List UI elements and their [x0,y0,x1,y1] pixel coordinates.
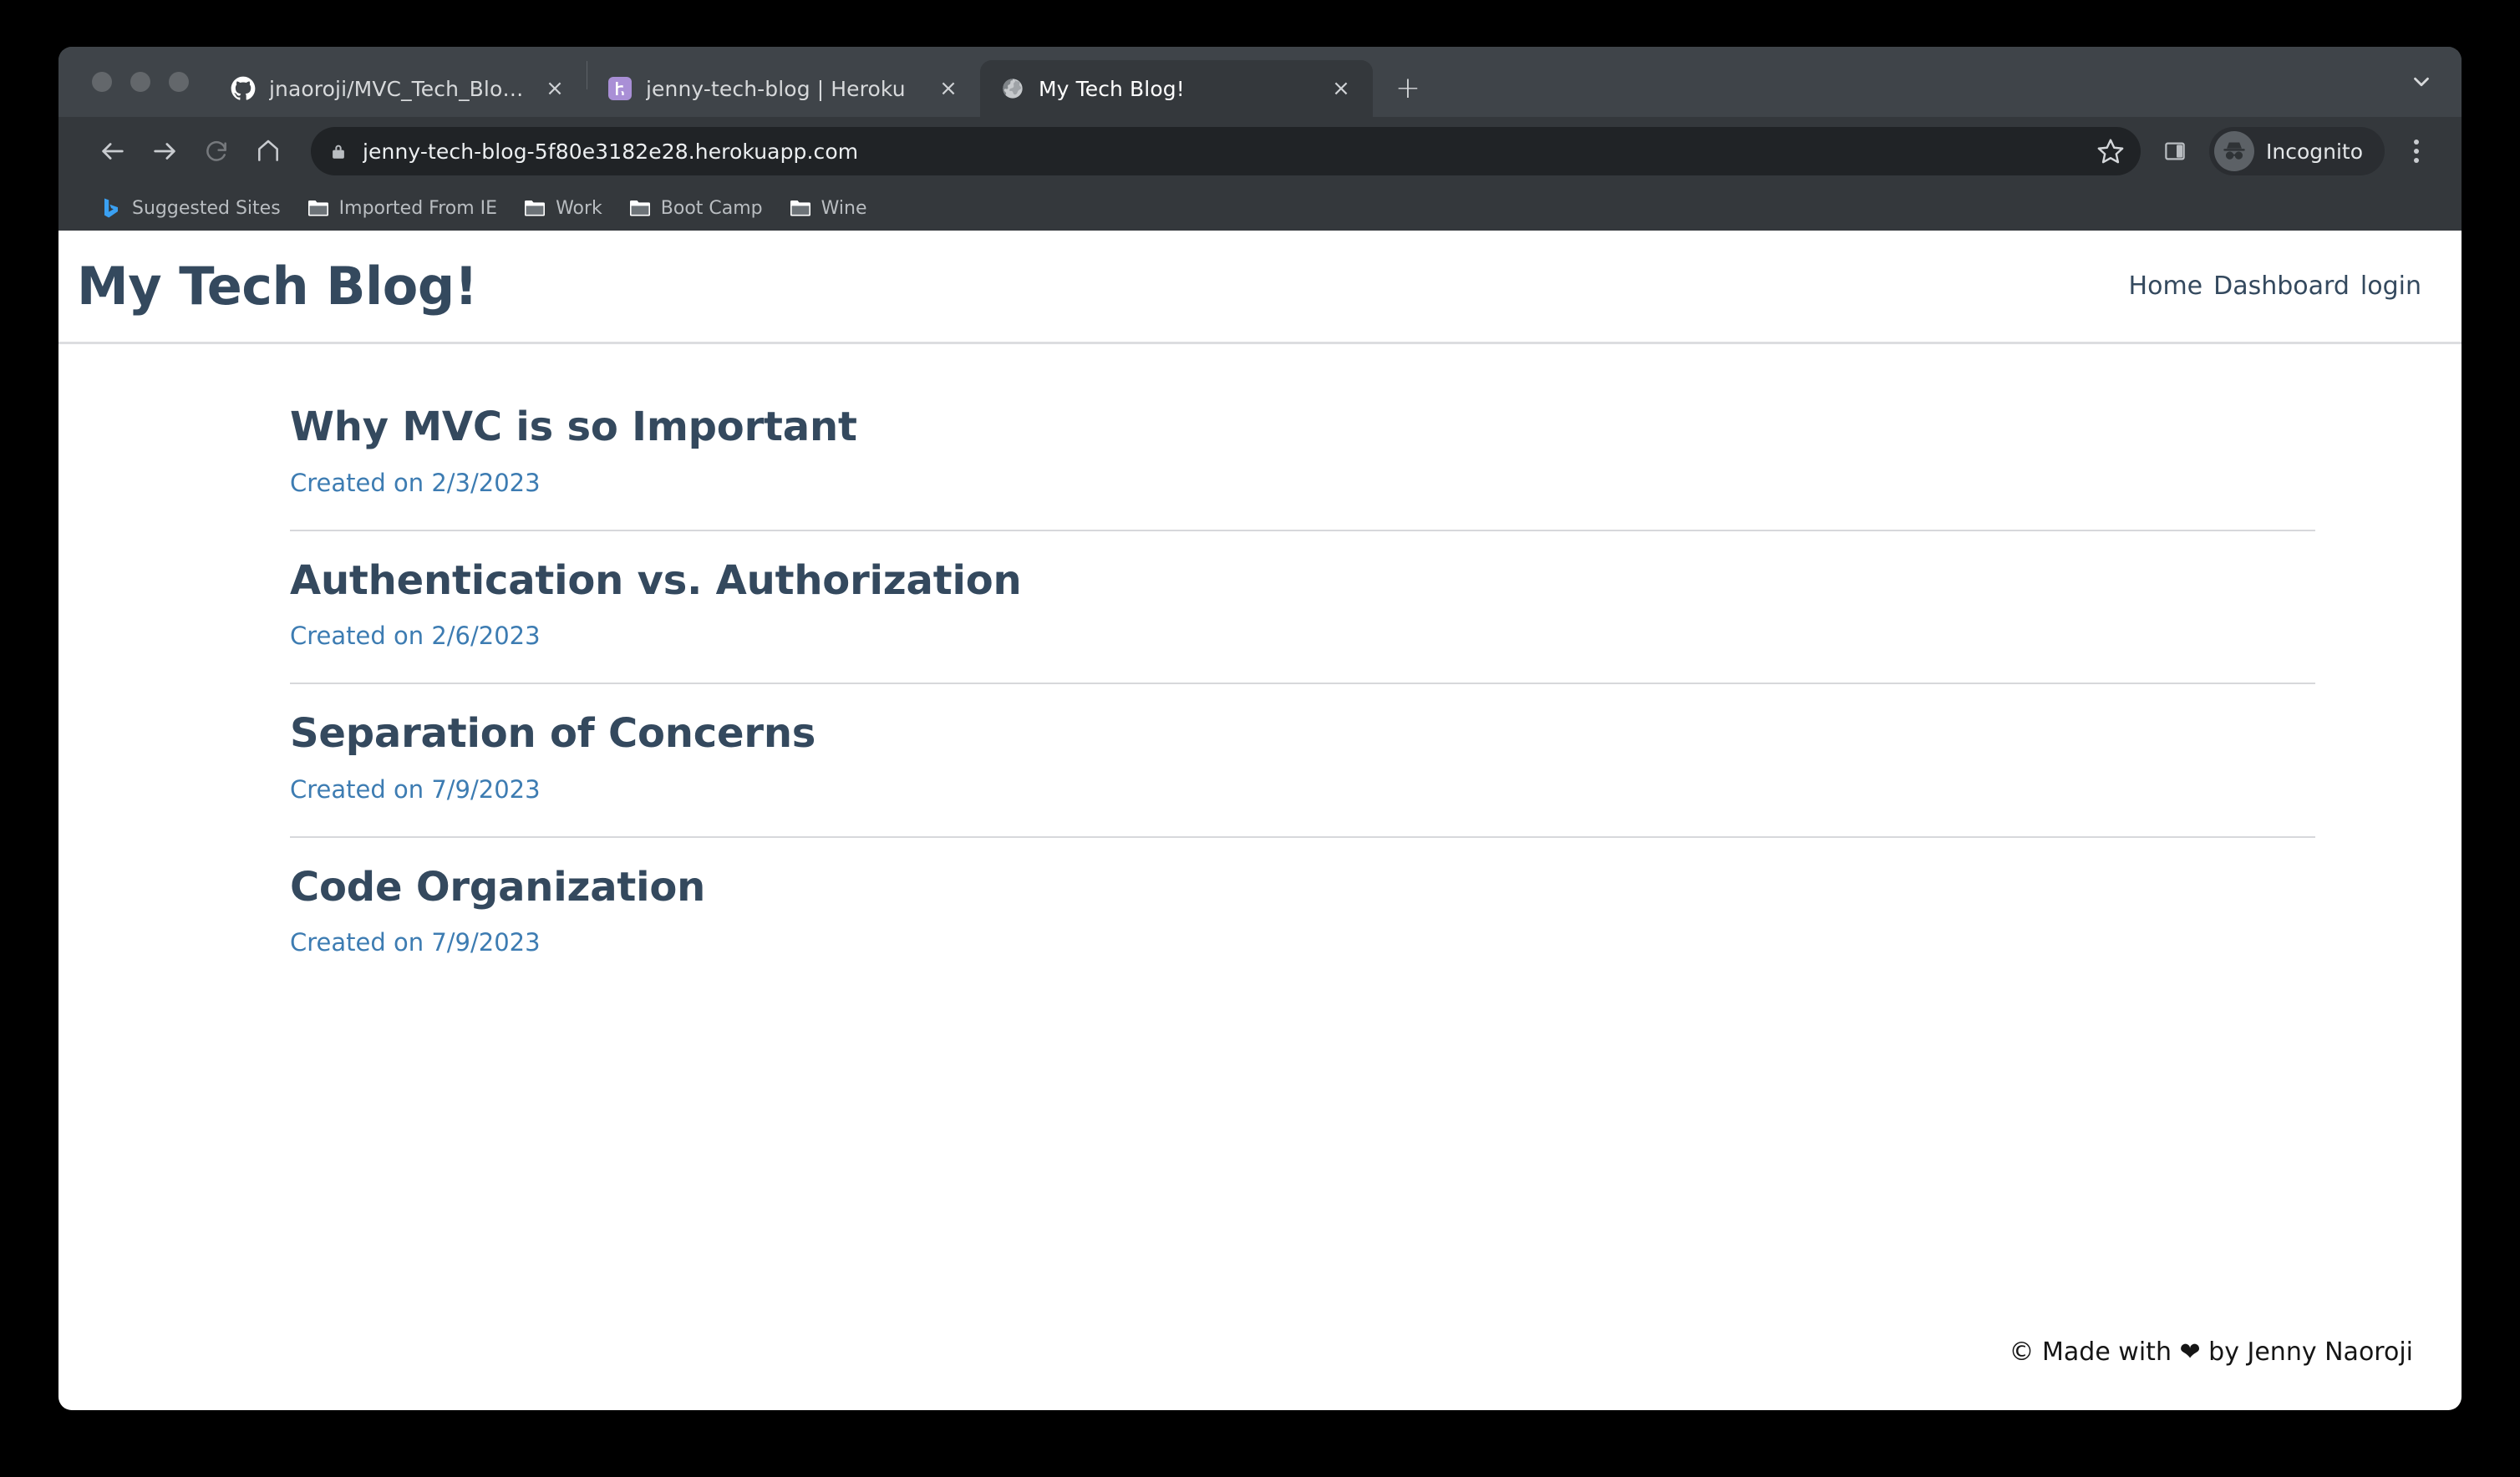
chevron-down-icon[interactable] [2400,60,2443,104]
bookmarks-bar: Suggested Sites Imported From IE Work Bo… [58,185,2462,231]
tab-title: My Tech Blog! [1039,76,1185,101]
bookmark-label: Work [556,197,602,219]
bookmark-suggested-sites[interactable]: Suggested Sites [87,192,294,224]
bookmark-label: Boot Camp [660,197,763,219]
lock-icon [329,141,348,161]
forward-arrow-icon[interactable] [139,125,191,177]
post-title[interactable]: Code Organization [290,864,2315,911]
bookmark-work[interactable]: Work [511,192,616,224]
browser-window: jnaoroji/MVC_Tech_Blog_JN × jenny-tech-b… [58,47,2462,1410]
profile-label: Incognito [2265,139,2363,164]
browser-tab-heroku[interactable]: jenny-tech-blog | Heroku × [587,60,980,117]
post-list-item[interactable]: Why MVC is so Important Created on 2/3/2… [290,378,2315,531]
bookmark-label: Suggested Sites [132,197,281,219]
folder-icon [629,197,651,219]
post-created-date: Created on 2/3/2023 [290,468,541,497]
url-text: jenny-tech-blog-5f80e3182e28.herokuapp.c… [363,139,859,164]
back-arrow-icon[interactable] [87,125,139,177]
folder-icon [790,197,811,219]
menu-dot [2414,158,2419,163]
tab-title: jenny-tech-blog | Heroku [646,76,906,101]
close-window-button[interactable] [92,72,112,92]
maximize-window-button[interactable] [169,72,189,92]
profile-chip[interactable]: Incognito [2208,127,2385,175]
close-tab-button[interactable]: × [1324,72,1358,105]
nav-link-home[interactable]: Home [2129,272,2203,301]
post-list-item[interactable]: Separation of Concerns Created on 7/9/20… [290,684,2315,838]
bookmark-wine[interactable]: Wine [776,192,881,224]
minimize-window-button[interactable] [130,72,150,92]
post-created-date: Created on 2/6/2023 [290,622,541,651]
nav-link-dashboard[interactable]: Dashboard [2213,272,2350,301]
bookmark-boot-camp[interactable]: Boot Camp [616,192,776,224]
browser-toolbar: jenny-tech-blog-5f80e3182e28.herokuapp.c… [58,117,2462,185]
browser-tab-my-tech-blog[interactable]: My Tech Blog! × [980,60,1373,117]
home-icon[interactable] [242,125,294,177]
address-bar[interactable]: jenny-tech-blog-5f80e3182e28.herokuapp.c… [311,127,2141,175]
post-title[interactable]: Why MVC is so Important [290,404,2315,450]
bing-icon [100,197,122,219]
post-list-item[interactable]: Code Organization Created on 7/9/2023 [290,838,2315,990]
site-header: My Tech Blog! Home Dashboard login [58,231,2462,344]
reload-icon[interactable] [191,125,242,177]
browser-tab-github[interactable]: jnaoroji/MVC_Tech_Blog_JN × [211,60,587,117]
menu-dot [2414,140,2419,145]
tab-strip: jnaoroji/MVC_Tech_Blog_JN × jenny-tech-b… [58,47,2462,117]
post-created-date: Created on 7/9/2023 [290,928,541,957]
globe-icon [1000,76,1025,101]
post-title[interactable]: Authentication vs. Authorization [290,557,2315,604]
bookmark-label: Imported From IE [338,197,498,219]
folder-icon [524,197,546,219]
menu-dot [2414,149,2419,154]
three-dot-menu-icon[interactable] [2393,125,2440,177]
nav-link-login[interactable]: login [2360,272,2421,301]
folder-icon [307,197,329,219]
bookmark-label: Wine [821,197,867,219]
bookmark-imported-from-ie[interactable]: Imported From IE [294,192,511,224]
new-tab-button[interactable]: + [1386,67,1430,110]
post-title[interactable]: Separation of Concerns [290,711,2315,757]
side-panel-icon[interactable] [2152,129,2197,174]
page-viewport: My Tech Blog! Home Dashboard login Why M… [58,231,2462,1410]
site-footer: © Made with ❤ by Jenny Naoroji [58,1337,2462,1410]
incognito-icon [2213,131,2254,171]
bookmark-star-icon[interactable] [2087,128,2134,175]
close-tab-button[interactable]: × [538,72,572,105]
post-list: Why MVC is so Important Created on 2/3/2… [290,344,2315,989]
post-list-item[interactable]: Authentication vs. Authorization Created… [290,531,2315,685]
post-created-date: Created on 7/9/2023 [290,774,541,804]
site-nav: Home Dashboard login [2129,272,2421,301]
page-title: My Tech Blog! [77,255,478,317]
tab-title: jnaoroji/MVC_Tech_Blog_JN [269,76,525,101]
heroku-icon [607,76,633,101]
footer-credit-text: © Made with ❤ by Jenny Naoroji [2009,1337,2413,1367]
window-controls [58,47,211,117]
github-icon [231,76,256,101]
close-tab-button[interactable]: × [932,72,965,105]
